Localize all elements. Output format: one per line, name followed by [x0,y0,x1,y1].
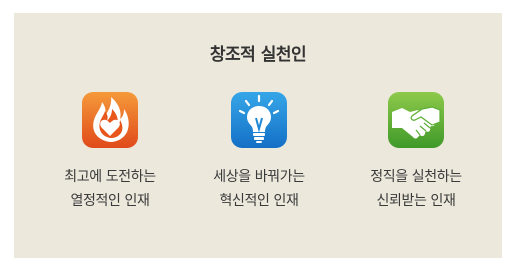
value-label: 최고에 도전하는 열정적인 인재 [64,169,156,209]
value-item-integrity: 정직을 실천하는 신뢰받는 인재 [341,92,491,213]
lightbulb-icon [231,92,287,148]
value-label: 세상을 바꿔가는 혁신적인 인재 [213,169,305,209]
values-panel: 창조적 실천인 최고에 도전하는 열정적인 인재 세상을 바꿔가는 혁신적인 인… [14,13,502,258]
flame-heart-icon [82,92,138,148]
value-label: 정직을 실천하는 신뢰받는 인재 [370,169,462,209]
value-item-passion: 최고에 도전하는 열정적인 인재 [35,92,185,213]
handshake-icon [388,92,444,148]
section-title: 창조적 실천인 [209,45,307,65]
value-item-creative: 세상을 바꿔가는 혁신적인 인재 [184,92,334,213]
